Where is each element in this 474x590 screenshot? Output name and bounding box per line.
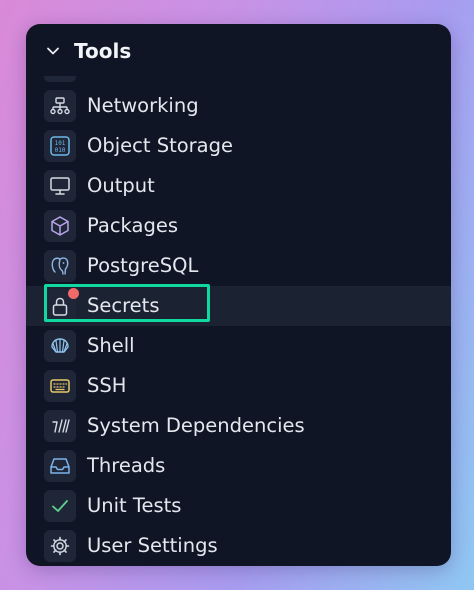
monitor-icon [44,170,76,202]
tool-item-label: Packages [87,214,178,237]
tools-title: Tools [74,39,132,63]
tools-section-header[interactable]: Tools [26,24,451,78]
tool-item-label: Unit Tests [87,494,182,517]
tool-item-unit-tests[interactable]: Unit Tests [26,486,451,526]
tool-item-threads[interactable]: Threads [26,446,451,486]
inbox-tray-icon [44,450,76,482]
tool-item-label: System Dependencies [87,414,305,437]
object-storage-icon: 101 010 [44,130,76,162]
tool-item-label: Secrets [87,294,160,317]
package-cube-icon [44,210,76,242]
tool-item-shell[interactable]: Shell [26,326,451,366]
gear-icon [44,530,76,562]
tool-item-label: Networking [87,94,199,117]
tool-item-label: User Settings [87,534,218,557]
svg-text:101: 101 [55,140,66,147]
tool-item-system-dependencies[interactable]: System Dependencies [26,406,451,446]
svg-text:010: 010 [55,147,66,154]
tool-item-postgresql[interactable]: PostgreSQL [26,246,451,286]
checkmark-icon [44,490,76,522]
tool-item-secrets[interactable]: Secrets [26,286,451,326]
tool-item-label: Object Storage [87,134,234,157]
chevron-down-icon[interactable] [46,44,60,58]
tool-item-label: SSH [87,374,127,397]
tool-item-label: Shell [87,334,135,357]
tool-item-object-storage[interactable]: 101 010 Object Storage [26,126,451,166]
tool-item-ssh[interactable]: SSH [26,366,451,406]
scrolled-item-tile [44,76,76,82]
postgresql-elephant-icon [44,250,76,282]
tool-item-networking[interactable]: Networking [26,86,451,126]
notification-dot [68,288,79,299]
tool-item-user-settings[interactable]: User Settings [26,526,451,566]
shell-icon [44,330,76,362]
tools-panel: Tools Networking 101 010 Object Storage [26,24,451,566]
keyboard-icon [44,370,76,402]
network-icon [44,90,76,122]
tool-item-packages[interactable]: Packages [26,206,451,246]
tool-item-label: Threads [87,454,166,477]
tool-item-output[interactable]: Output [26,166,451,206]
slashes-icon [44,410,76,442]
tool-item-label: PostgreSQL [87,254,199,277]
tool-item-label: Output [87,174,155,197]
